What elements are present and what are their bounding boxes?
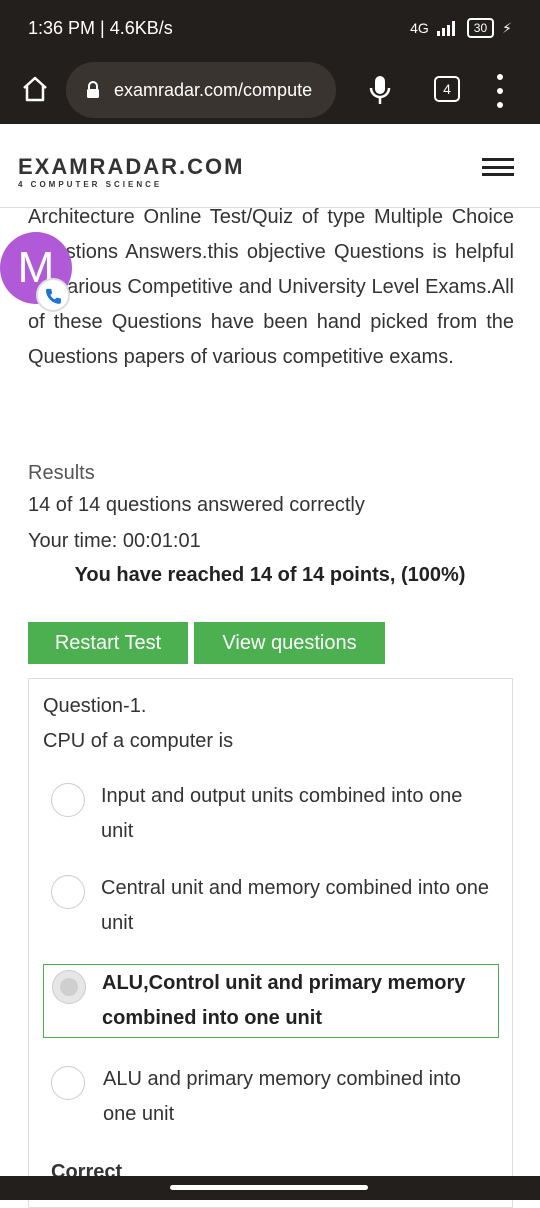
signal-icon — [436, 21, 455, 36]
hamburger-menu-icon[interactable] — [482, 158, 514, 176]
radio-button[interactable] — [51, 1066, 85, 1100]
charging-icon: ⚡ — [502, 19, 512, 36]
status-icons: 4G 30 ⚡ — [410, 18, 512, 38]
results-answered: 14 of 14 questions answered correctly — [28, 494, 365, 516]
system-nav-bar — [0, 1176, 540, 1200]
question-card: Question-1. CPU of a computer is Input a… — [28, 678, 513, 1208]
answer-option-2[interactable]: Central unit and memory combined into on… — [43, 870, 499, 944]
home-gesture-handle[interactable] — [170, 1185, 368, 1190]
answer-option-4[interactable]: ALU and primary memory combined into one… — [43, 1061, 499, 1135]
radio-button-selected[interactable] — [52, 970, 86, 1004]
network-label: 4G — [410, 20, 429, 36]
restart-test-button[interactable]: Restart Test — [28, 622, 188, 664]
answer-label: ALU,Control unit and primary memory comb… — [102, 972, 466, 1029]
answer-option-3-selected[interactable]: ALU,Control unit and primary memory comb… — [43, 964, 499, 1038]
address-bar[interactable]: examradar.com/compute — [66, 62, 336, 118]
more-menu-icon[interactable] — [494, 74, 506, 108]
tab-switcher-button[interactable]: 4 — [434, 76, 460, 102]
answer-label: Input and output units combined into one… — [101, 785, 463, 842]
browser-toolbar: examradar.com/compute 4 — [0, 56, 540, 124]
question-number: Question-1. — [43, 695, 147, 717]
url-text: examradar.com/compute — [114, 79, 313, 100]
answer-option-1[interactable]: Input and output units combined into one… — [43, 778, 499, 852]
results-heading: Results — [28, 462, 95, 484]
answer-label: ALU and primary memory combined into one… — [103, 1068, 461, 1125]
mic-icon[interactable] — [368, 74, 392, 106]
view-questions-button[interactable]: View questions — [194, 622, 385, 664]
results-score: You have reached 14 of 14 points, (100%) — [74, 564, 466, 586]
radio-button[interactable] — [51, 875, 85, 909]
intro-paragraph: Architecture Online Test/Quiz of type Mu… — [28, 206, 514, 368]
site-logo[interactable]: EXAMRADAR.COM — [18, 154, 244, 180]
home-icon[interactable] — [20, 74, 50, 104]
status-time: 1:36 PM | 4.6KB/s — [28, 18, 173, 38]
call-icon[interactable] — [36, 278, 70, 312]
question-text: CPU of a computer is — [43, 730, 234, 752]
site-tagline: 4 COMPUTER SCIENCE — [18, 180, 163, 189]
status-bar: 1:36 PM | 4.6KB/s 4G 30 ⚡ — [0, 0, 540, 56]
site-header: EXAMRADAR.COM 4 COMPUTER SCIENCE — [0, 124, 540, 208]
lock-icon — [87, 81, 99, 98]
radio-button[interactable] — [51, 783, 85, 817]
battery-icon: 30 — [466, 18, 495, 38]
results-time: Your time: 00:01:01 — [28, 530, 201, 552]
answer-label: Central unit and memory combined into on… — [101, 877, 489, 934]
